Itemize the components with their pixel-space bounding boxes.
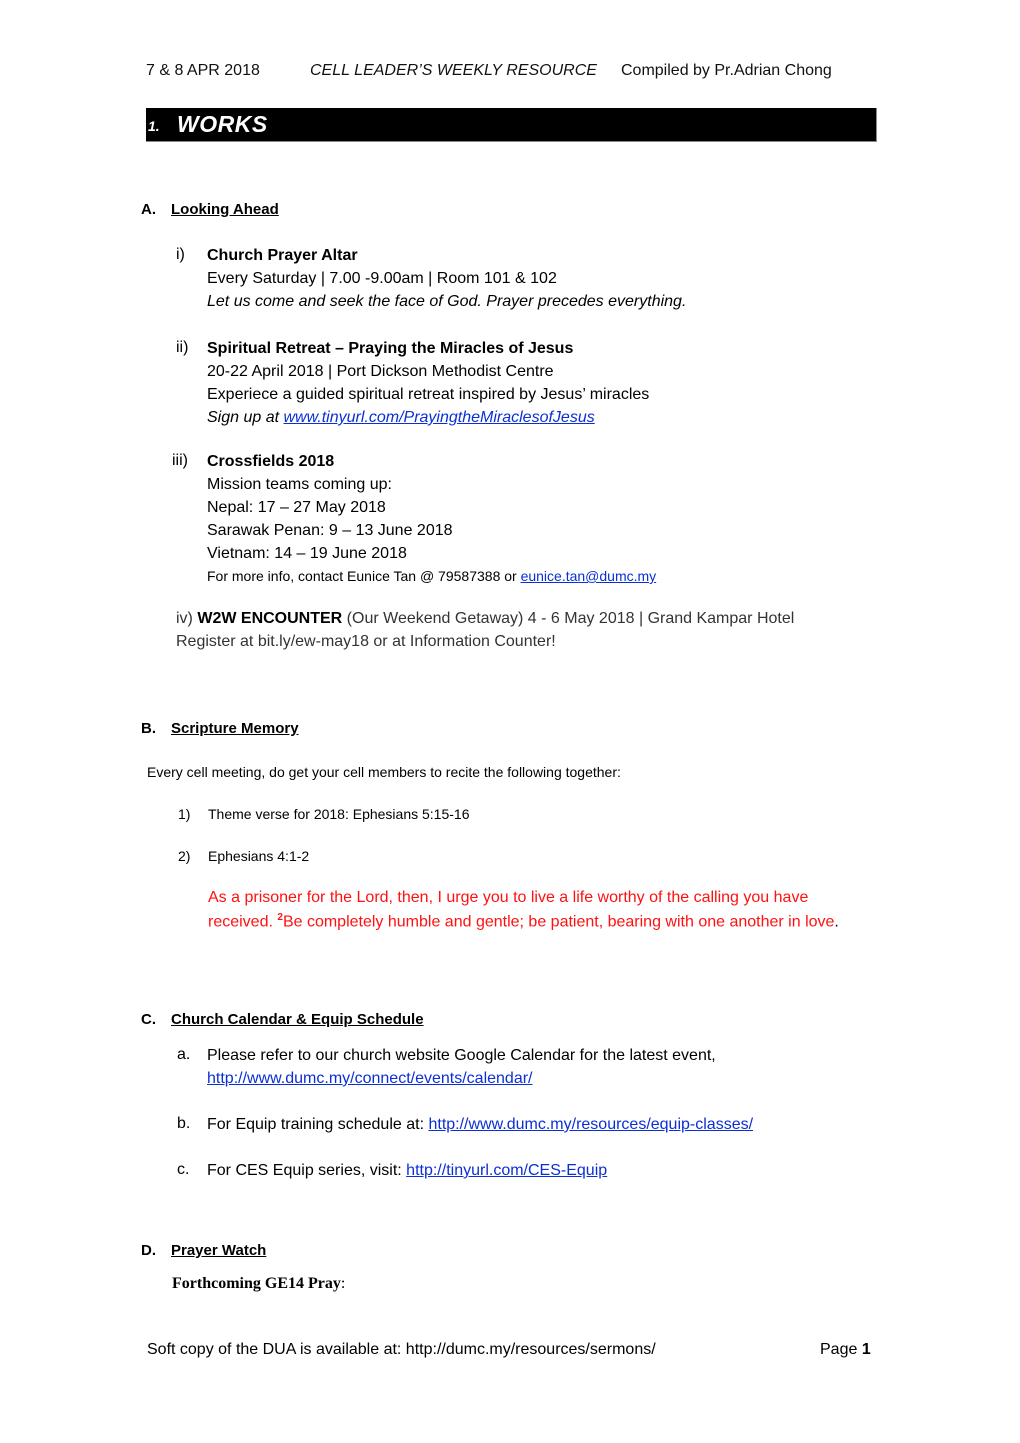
calendar-item-text: Please refer to our church website Googl… — [207, 1047, 716, 1064]
calendar-item-a-marker: a. — [177, 1046, 191, 1063]
item-title: W2W ENCOUNTER — [197, 610, 343, 627]
scripture-item-1: Theme verse for 2018: Ephesians 5:15-16 — [208, 806, 470, 822]
item-detail: Every Saturday | 7.00 -9.00am | Room 101… — [207, 270, 557, 287]
memory-verse: As a prisoner for the Lord, then, I urge… — [208, 888, 868, 932]
signup-link[interactable]: www.tinyurl.com/PrayingtheMiraclesofJesu… — [284, 409, 595, 426]
team-nepal: Nepal: 17 – 27 May 2018 — [207, 499, 386, 516]
item-w2w-encounter: iv) W2W ENCOUNTER (Our Weekend Getaway) … — [176, 607, 794, 653]
calendar-item-text: For Equip training schedule at: — [207, 1116, 429, 1133]
item-register: Register at bit.ly/ew-may18 or at Inform… — [176, 633, 556, 650]
item-signup: Sign up at www.tinyurl.com/PrayingtheMir… — [207, 406, 649, 429]
section-c-letter: C. — [141, 1011, 156, 1028]
verse-end: . — [834, 913, 839, 931]
section-b-heading: Scripture Memory — [171, 720, 299, 737]
team-sarawak-penan: Sarawak Penan: 9 – 13 June 2018 — [207, 522, 453, 539]
item-intro: Mission teams coming up: — [207, 476, 392, 493]
calendar-item-b: For Equip training schedule at: http://w… — [207, 1113, 753, 1136]
item-title: Church Prayer Altar — [207, 247, 358, 264]
item-ii-numeral: ii) — [176, 339, 189, 356]
item-crossfields: Crossfields 2018 Mission teams coming up… — [207, 450, 656, 588]
scripture-item-1-num: 1) — [178, 806, 191, 822]
header-date: 7 & 8 APR 2018 — [146, 62, 260, 79]
subheading-text: Forthcoming GE14 Pray — [172, 1275, 341, 1292]
calendar-item-a: Please refer to our church website Googl… — [207, 1044, 716, 1090]
calendar-link[interactable]: http://www.dumc.my/connect/events/calend… — [207, 1067, 716, 1090]
scripture-item-2: Ephesians 4:1-2 — [208, 848, 310, 864]
section-c-heading: Church Calendar & Equip Schedule — [171, 1011, 424, 1028]
item-spiritual-retreat: Spiritual Retreat – Praying the Miracles… — [207, 337, 649, 429]
item-description: Experiece a guided spiritual retreat ins… — [207, 386, 650, 403]
item-title: Crossfields 2018 — [207, 453, 335, 470]
item-detail: (Our Weekend Getaway) 4 - 6 May 2018 | G… — [342, 610, 795, 627]
equip-classes-link[interactable]: http://www.dumc.my/resources/equip-class… — [428, 1116, 753, 1133]
item-iv-numeral: iv) — [176, 610, 193, 627]
section-title-bar: 1. WORKS — [146, 108, 877, 142]
prayer-watch-subheading: Forthcoming GE14 Pray: — [172, 1275, 345, 1293]
scripture-intro: Every cell meeting, do get your cell mem… — [147, 764, 621, 780]
item-note: Let us come and seek the face of God. Pr… — [207, 293, 687, 310]
section-d-heading: Prayer Watch — [171, 1242, 267, 1259]
item-title: Spiritual Retreat – Praying the Miracles… — [207, 340, 574, 357]
item-w2w-line1: iv) W2W ENCOUNTER (Our Weekend Getaway) … — [176, 607, 794, 630]
contact-email-link[interactable]: eunice.tan@dumc.my — [521, 568, 657, 584]
page-label: Page — [820, 1341, 862, 1358]
contact-prefix: For more info, contact Eunice Tan @ 7958… — [207, 568, 521, 584]
verse-text-2: Be completely humble and gentle; be pati… — [282, 913, 835, 931]
page-number: 1 — [861, 1341, 871, 1358]
section-a-letter: A. — [141, 201, 156, 218]
section-d-letter: D. — [141, 1242, 156, 1259]
item-contact: For more info, contact Eunice Tan @ 7958… — [207, 565, 656, 588]
item-iii-numeral: iii) — [172, 452, 188, 469]
scripture-item-2-num: 2) — [178, 848, 191, 864]
header-compiled-by: Compiled by Pr.Adrian Chong — [621, 62, 832, 79]
item-detail: 20-22 April 2018 | Port Dickson Methodis… — [207, 363, 554, 380]
calendar-item-b-marker: b. — [177, 1115, 191, 1132]
section-title: WORKS — [177, 111, 268, 137]
footer-page: Page 1 — [820, 1341, 871, 1359]
header-title: CELL LEADER’S WEEKLY RESOURCE — [310, 62, 597, 79]
item-church-prayer-altar: Church Prayer Altar Every Saturday | 7.0… — [207, 244, 686, 313]
calendar-item-text: For CES Equip series, visit: — [207, 1162, 407, 1179]
signup-prefix: Sign up at — [207, 409, 284, 426]
calendar-item-c: For CES Equip series, visit: http://tiny… — [207, 1159, 607, 1182]
item-i-numeral: i) — [176, 246, 185, 263]
calendar-item-c-marker: c. — [177, 1161, 190, 1178]
subheading-colon: : — [340, 1275, 346, 1292]
section-b-letter: B. — [141, 720, 156, 737]
section-a-heading: Looking Ahead — [171, 201, 279, 218]
team-vietnam: Vietnam: 14 – 19 June 2018 — [207, 545, 407, 562]
section-number: 1. — [148, 118, 160, 134]
footer-text: Soft copy of the DUA is available at: ht… — [147, 1341, 656, 1358]
ces-equip-link[interactable]: http://tinyurl.com/CES-Equip — [406, 1162, 607, 1179]
